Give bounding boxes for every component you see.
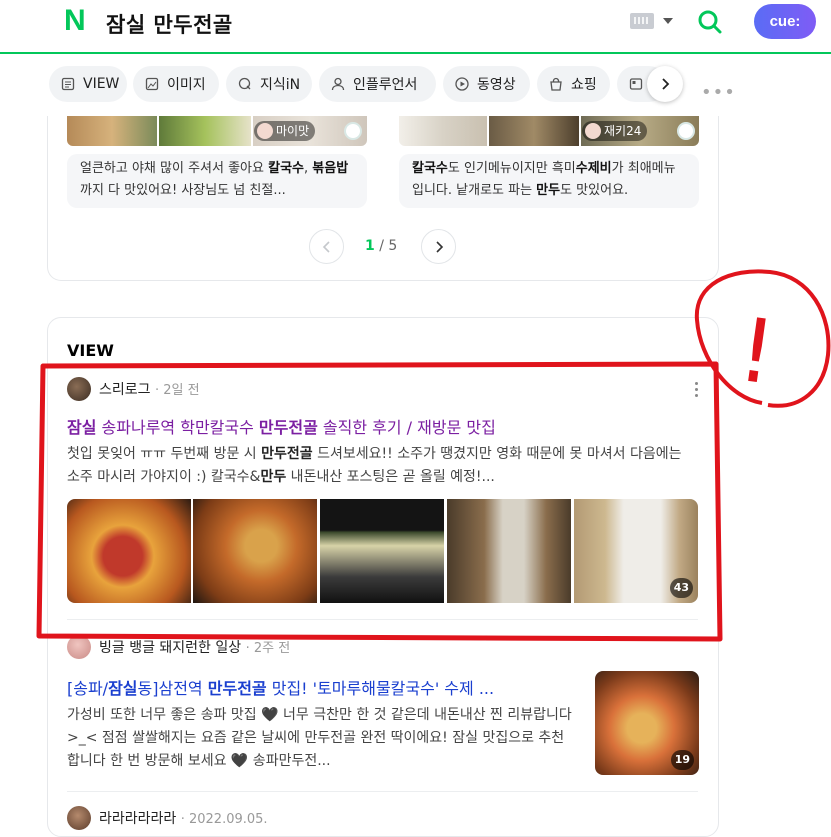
search-query-text[interactable]: 잠실 만두전골	[106, 9, 233, 39]
image-strip-left[interactable]: 마이맛	[67, 116, 367, 146]
chevron-left-icon	[322, 240, 330, 253]
divider	[67, 791, 698, 792]
chevron-down-icon[interactable]	[663, 18, 673, 24]
menu-photo[interactable]: 43	[574, 499, 698, 603]
post-author[interactable]: 빙글 뱅글 돼지런한 일상 · 2주 전	[99, 637, 290, 657]
food-photo[interactable]	[67, 499, 191, 603]
image-count-badge: 19	[670, 750, 694, 770]
pagination-indicator: 1 / 5	[365, 238, 398, 254]
chevron-right-icon	[435, 240, 443, 253]
post-title-link[interactable]: 잠실 송파나루역 학만칼국수 만두전골 솔직한 후기 / 재방문 맛집	[67, 414, 698, 438]
influencer-badge[interactable]: 마이맛	[254, 121, 316, 141]
q-icon	[238, 77, 251, 90]
review-snippet[interactable]: 얼큰하고 야채 많이 주셔서 좋아요 칼국수, 볶음밥까지 다 맛있어요! 사장…	[67, 154, 367, 208]
prev-page-button[interactable]	[309, 229, 344, 264]
profile-circle-icon	[344, 122, 362, 140]
cue-button[interactable]: cue:	[754, 4, 816, 39]
search-tabs: VIEW 이미지 지식iN 인플루언서 동영상 쇼핑 •••	[0, 56, 831, 116]
search-icon[interactable]	[697, 9, 723, 35]
tab-shopping[interactable]: 쇼핑	[537, 66, 610, 102]
tab-influencer[interactable]: 인플루언서	[319, 66, 436, 102]
bag-icon	[550, 77, 562, 91]
image-strip-right[interactable]: 재키24	[399, 116, 699, 146]
tab-image[interactable]: 이미지	[133, 66, 219, 102]
person-icon	[331, 77, 345, 91]
post-title-link[interactable]: [송파/잠실동]삼전역 만두전골 맛집! '토마루해물칼국수' 수제 ...	[67, 675, 577, 699]
avatar	[585, 123, 601, 139]
storefront-photo[interactable]	[320, 499, 444, 603]
profile-circle-icon	[677, 122, 695, 140]
avatar[interactable]	[67, 806, 91, 830]
news-icon	[629, 78, 643, 90]
document-icon	[61, 77, 75, 91]
tabs-scroll-right-button[interactable]	[647, 66, 683, 102]
chevron-right-icon	[662, 78, 670, 90]
annotation-label: !	[732, 298, 781, 405]
more-options-icon[interactable]: •••	[701, 82, 736, 103]
next-page-button[interactable]	[421, 229, 456, 264]
play-icon	[455, 77, 469, 91]
naver-logo[interactable]: N	[64, 6, 92, 36]
tab-kin[interactable]: 지식iN	[226, 66, 312, 102]
tab-view[interactable]: VIEW	[49, 66, 127, 102]
section-title: VIEW	[67, 341, 114, 360]
image-count-badge: 43	[669, 578, 693, 598]
review-snippet[interactable]: 칼국수도 인기메뉴이지만 흑미수제비가 최애메뉴입니다. 낱개로도 파는 만두도…	[399, 154, 699, 208]
influencer-badge[interactable]: 재키24	[582, 121, 648, 141]
tab-video[interactable]: 동영상	[443, 66, 530, 102]
post-author[interactable]: 스리로그 · 2일 전	[99, 379, 200, 399]
post-snippet[interactable]: 가성비 또한 너무 좋은 송파 맛집 🖤 너무 극찬만 한 것 같은데 내돈내산…	[67, 704, 575, 773]
post-image-gallery[interactable]: 43	[67, 499, 698, 603]
divider	[67, 619, 698, 620]
kebab-menu-icon[interactable]	[695, 382, 699, 398]
menu-photo[interactable]	[447, 499, 571, 603]
image-icon	[145, 77, 159, 91]
post-author[interactable]: 라라라라라라 · 2022.09.05.	[99, 808, 268, 828]
keyboard-icon[interactable]	[630, 13, 654, 29]
avatar[interactable]	[67, 377, 91, 401]
food-photo[interactable]	[193, 499, 317, 603]
post-snippet[interactable]: 첫입 못잊어 ㅠㅠ 두번째 방문 시 만두전골 드셔보세요!! 소주가 땡겼지만…	[67, 443, 698, 489]
avatar[interactable]	[67, 635, 91, 659]
avatar	[257, 123, 273, 139]
post-thumbnail[interactable]: 19	[595, 671, 699, 775]
search-header: N 잠실 만두전골 cue:	[0, 0, 831, 54]
